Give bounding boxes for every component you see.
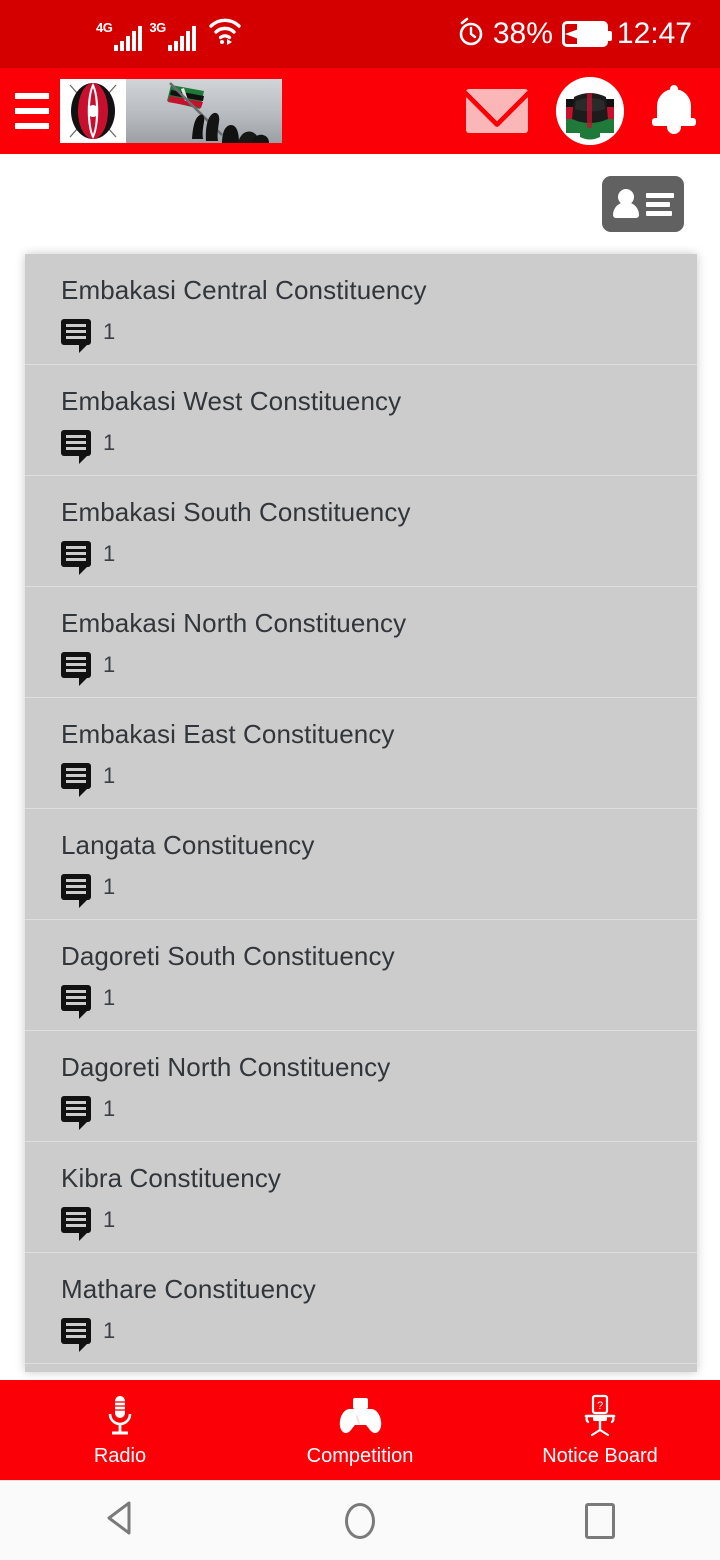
tab-label-competition: Competition [306,1445,414,1467]
comment-count: 1 [103,1206,116,1232]
comment-bubble-icon [61,1317,91,1352]
alarm-icon [456,17,486,52]
app-header-bar [0,68,720,154]
constituency-name: Kibra Constituency [61,1163,282,1193]
nav-home-button[interactable] [300,1481,420,1560]
android-navigation-bar [0,1480,720,1560]
constituency-list: Embakasi Central Constituency 1 Embakasi… [25,254,697,1372]
tab-notice-board[interactable]: ? Notice Board [480,1380,720,1480]
comment-bubble-icon [61,984,91,1019]
system-status-bar: 4G 3G 38% 12:47 [0,0,720,68]
battery-charging-icon [561,21,612,47]
constituency-name: Embakasi East Constituency [61,719,395,749]
list-item[interactable]: Embakasi South Constituency 1 [25,476,697,587]
app-logo[interactable] [60,79,282,143]
flag-raising-photo [126,79,282,143]
app-screen: 4G 3G 38% 12:47 Embakasi Central Constit… [0,0,720,1560]
bottom-tab-bar: Radio Competition ? Notice Board [0,1380,720,1480]
item-meta: 1 [61,984,697,1019]
list-item[interactable]: Dagoreti North Constituency 1 [25,1031,697,1142]
envelope-icon[interactable] [466,89,528,133]
tab-radio[interactable]: Radio [0,1380,240,1480]
sim2-signal-indicator: 3G [149,20,196,51]
item-meta: 1 [61,873,697,908]
list-item[interactable]: Kibra Constituency 1 [25,1142,697,1253]
constituency-name: Embakasi West Constituency [61,386,402,416]
constituency-name: Dagoreti South Constituency [61,941,395,971]
contact-card-lines-icon [645,192,674,216]
signal-bars-icon-secondary [167,25,196,51]
constituency-name: Embakasi South Constituency [61,497,411,527]
tab-label-notice-board: Notice Board [542,1445,658,1467]
clock-label: 12:47 [616,17,692,50]
list-item[interactable]: Dagoreti South Constituency 1 [25,920,697,1031]
comment-count: 1 [103,318,116,344]
wifi-icon [207,17,243,50]
constituency-name: Embakasi North Constituency [61,608,407,638]
comment-count: 1 [103,429,116,455]
comment-bubble-icon [61,540,91,575]
user-avatar[interactable] [556,77,624,145]
item-meta: 1 [61,1317,697,1352]
list-item[interactable]: Langata Constituency 1 [25,809,697,920]
comment-bubble-icon [61,318,91,353]
constituency-name: Langata Constituency [61,830,315,860]
item-meta: 1 [61,762,697,797]
comment-bubble-icon [61,429,91,464]
network-type-label-secondary: 3G [149,20,166,35]
comment-bubble-icon [61,873,91,908]
recents-square-icon [585,1502,615,1539]
battery-percent-label: 38% [492,17,553,50]
tab-competition[interactable]: Competition [240,1380,480,1480]
item-meta: 1 [61,1206,697,1241]
main-content: Embakasi Central Constituency 1 Embakasi… [0,154,720,1380]
back-triangle-icon [103,1499,137,1542]
item-meta: 1 [61,429,697,464]
comment-count: 1 [103,762,116,788]
status-bar-left-group: 4G 3G [96,17,243,51]
nav-recents-button[interactable] [540,1481,660,1560]
comment-count: 1 [103,1317,116,1343]
comment-count: 1 [103,984,116,1010]
home-circle-icon [345,1502,375,1539]
nav-back-button[interactable] [60,1481,180,1560]
constituency-name: Mathare Constituency [61,1274,316,1304]
comment-bubble-icon [61,1095,91,1130]
list-item[interactable]: Embakasi North Constituency 1 [25,587,697,698]
constituency-name: Dagoreti North Constituency [61,1052,391,1082]
comment-count: 1 [103,540,116,566]
constituency-name: Embakasi Central Constituency [61,275,427,305]
sim1-signal-indicator: 4G [96,20,143,51]
kenya-shield-icon [60,79,126,143]
comment-count: 1 [103,651,116,677]
app-bar-actions [466,77,696,145]
list-item[interactable]: Embakasi Central Constituency 1 [25,254,697,365]
contact-card-icon [612,189,639,219]
comment-bubble-icon [61,762,91,797]
comment-count: 1 [103,873,116,899]
item-meta: 1 [61,318,697,353]
comment-bubble-icon [61,1206,91,1241]
contact-card-button[interactable] [602,176,684,232]
office-chair-question-icon: ? [580,1394,620,1438]
status-bar-right-group: 38% 12:47 [456,17,692,52]
item-meta: 1 [61,1095,697,1130]
item-meta: 1 [61,540,697,575]
signal-bars-icon [114,25,143,51]
comment-bubble-icon [61,651,91,686]
list-item[interactable]: Mathare Constituency 1 [25,1253,697,1364]
item-meta: 1 [61,651,697,686]
hamburger-menu-icon[interactable] [6,93,58,129]
svg-text:?: ? [597,1400,603,1412]
network-type-label-primary: 4G [96,20,113,35]
gamepad-icon [336,1394,384,1438]
microphone-icon [104,1394,136,1438]
list-item[interactable]: Embakasi East Constituency 1 [25,698,697,809]
list-item[interactable]: Embakasi West Constituency 1 [25,365,697,476]
comment-count: 1 [103,1095,116,1121]
tab-label-radio: Radio [93,1445,147,1467]
notification-bell-icon[interactable] [652,85,696,137]
